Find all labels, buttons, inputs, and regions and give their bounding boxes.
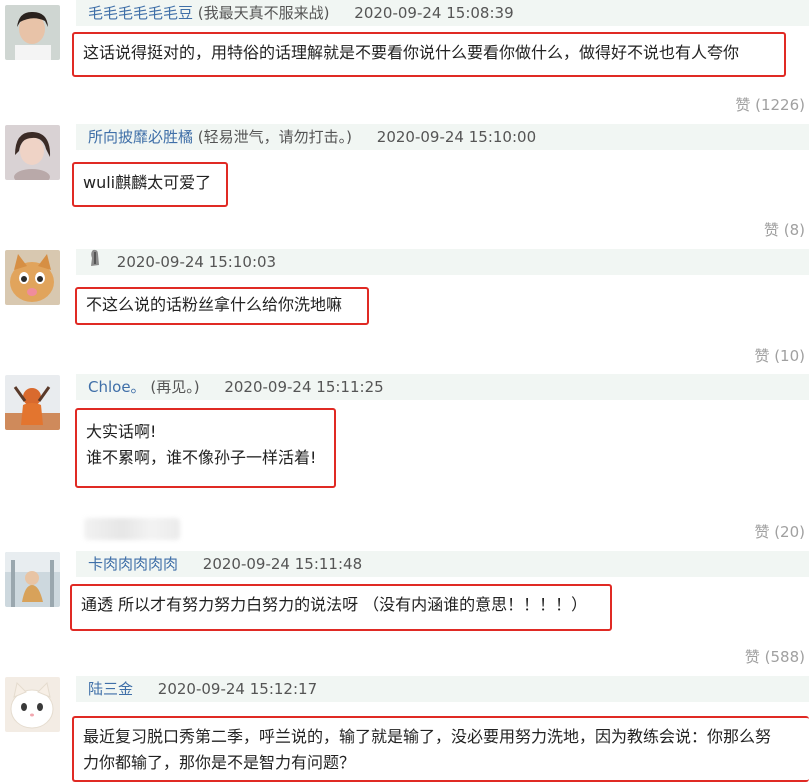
comment-bubble: 不这么说的话粉丝拿什么给你洗地嘛	[75, 287, 369, 325]
username-link[interactable]: Chloe。	[88, 378, 146, 396]
comment-time: 2020-09-24 15:10:00	[376, 128, 537, 146]
user-note: (我最天真不服来战)	[197, 4, 330, 22]
comment-time: 2020-09-24 15:11:25	[224, 378, 384, 396]
comment-time: 2020-09-24 15:10:03	[116, 253, 277, 271]
comment-header: 所向披靡必胜橘 (轻易泄气，请勿打击。) 2020-09-24 15:10:00	[76, 124, 809, 150]
username-link[interactable]: 所向披靡必胜橘	[88, 128, 193, 146]
comment-bubble: 最近复习脱口秀第二季，呼兰说的，输了就是输了，没必要用努力洗地，因为教练会说：你…	[72, 716, 809, 782]
comment-header: 陆三金 2020-09-24 15:12:17	[76, 676, 809, 702]
comment-time: 2020-09-24 15:11:48	[202, 555, 363, 573]
comment-text: 这话说得挺对的，用特俗的话理解就是不要看你说什么要看你做什么，做得好不说也有人夸…	[83, 43, 740, 62]
comment-header: 卡肉肉肉肉肉 2020-09-24 15:11:48	[76, 551, 809, 577]
comment-text: 力你都输了，那你是不是智力有问题？	[83, 753, 356, 772]
avatar[interactable]	[5, 250, 60, 305]
like-button[interactable]: 赞 (588)	[745, 646, 805, 667]
avatar[interactable]	[5, 125, 60, 180]
comment-bubble: 这话说得挺对的，用特俗的话理解就是不要看你说什么要看你做什么，做得好不说也有人夸…	[72, 32, 786, 77]
comment-time: 2020-09-24 15:08:39	[354, 4, 514, 22]
like-button[interactable]: 赞 (1226)	[735, 94, 805, 115]
avatar[interactable]	[5, 677, 60, 732]
comment-header: 2020-09-24 15:10:03	[76, 249, 809, 275]
comment-header: 毛毛毛毛毛毛豆 (我最天真不服来战) 2020-09-24 15:08:39	[76, 0, 809, 26]
username-link[interactable]: 毛毛毛毛毛毛豆	[88, 4, 193, 22]
comment-bubble: 通透 所以才有努力努力白努力的说法呀 （没有内涵谁的意思！！！！）	[70, 584, 612, 631]
comment-bubble: 大实话啊! 谁不累啊，谁不像孙子一样活着!	[75, 408, 336, 488]
avatar[interactable]	[5, 375, 60, 430]
avatar[interactable]	[5, 5, 60, 60]
avatar[interactable]	[5, 552, 60, 607]
like-button[interactable]: 赞 (8)	[764, 219, 805, 240]
comment-text: 谁不累啊，谁不像孙子一样活着!	[86, 448, 317, 467]
comment-text: 最近复习脱口秀第二季，呼兰说的，输了就是输了，没必要用努力洗地，因为教练会说：你…	[83, 727, 772, 746]
comment-text: wuli麒麟太可爱了	[83, 173, 212, 192]
figurine-icon	[88, 249, 104, 276]
like-button[interactable]: 赞 (20)	[754, 521, 805, 542]
username-link[interactable]: 陆三金	[88, 680, 133, 698]
comment-text: 大实话啊!	[86, 422, 157, 441]
like-button[interactable]: 赞 (10)	[754, 345, 805, 366]
comment-header: Chloe。 (再见。) 2020-09-24 15:11:25	[76, 374, 809, 400]
user-note: (轻易泄气，请勿打击。)	[197, 128, 353, 146]
username-link[interactable]: 卡肉肉肉肉肉	[88, 555, 178, 573]
comment-bubble: wuli麒麟太可爱了	[72, 162, 228, 207]
user-note: (再见。)	[150, 378, 200, 396]
comment-time: 2020-09-24 15:12:17	[157, 680, 318, 698]
blurred-name	[84, 518, 180, 540]
comment-text: 通透 所以才有努力努力白努力的说法呀 （没有内涵谁的意思！！！！）	[81, 595, 588, 614]
comment-text: 不这么说的话粉丝拿什么给你洗地嘛	[86, 295, 343, 314]
